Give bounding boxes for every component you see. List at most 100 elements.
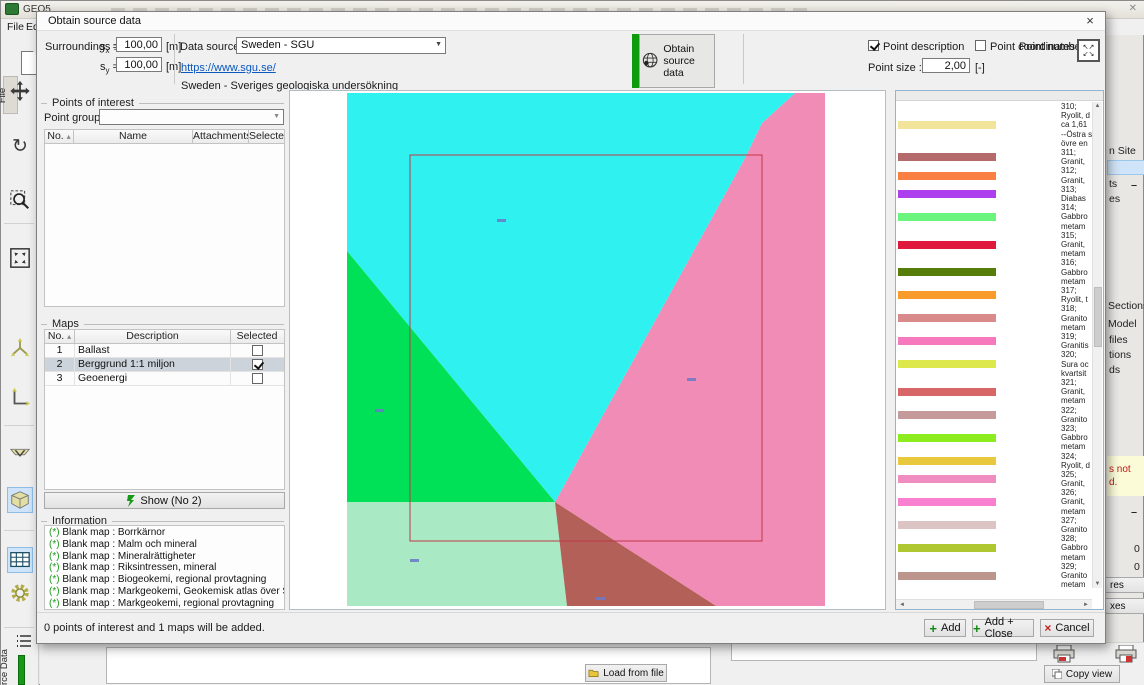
copy-view-button[interactable]: Copy view	[1044, 665, 1120, 683]
point-number-label2: Point number	[1019, 41, 1084, 53]
bg-minimize2-icon[interactable]: –	[1131, 506, 1137, 518]
app-window: { "icons": { "dropdown": "▼", "sort_asc"…	[0, 0, 1144, 685]
legend-color-bar	[898, 314, 996, 322]
rotate-tool-icon[interactable]: ↻	[7, 133, 33, 159]
legend-entry-text: 312; Granit,	[1061, 166, 1092, 184]
fullscreen-button[interactable]: ↖↗ ↙↘	[1077, 39, 1100, 62]
legend-entry: 319; Granitis	[896, 332, 1092, 350]
point-coordinates-checkbox[interactable]	[975, 40, 986, 51]
maps-table-body[interactable]: 1Ballast2Berggrund 1:1 miljon3Geoenergi	[45, 344, 284, 489]
maps-table-row[interactable]: 2Berggrund 1:1 miljon	[45, 358, 284, 372]
legend-vertical-scrollbar[interactable]: ▲ ▼	[1092, 102, 1102, 588]
map-label	[596, 597, 605, 600]
sort-asc-icon: ▴	[67, 132, 71, 141]
menu-file[interactable]: File	[7, 21, 24, 33]
chevron-down-icon: ▼	[435, 41, 442, 48]
list-icon[interactable]	[15, 633, 33, 649]
sy-input[interactable]: 100,00	[116, 57, 162, 72]
source-data-tab-label[interactable]: Source Data	[0, 649, 10, 685]
map-panel[interactable]	[289, 90, 886, 610]
bg-button-res[interactable]: res	[1105, 577, 1144, 593]
bg-frame-ts[interactable]: ts	[1109, 178, 1117, 190]
bg-frame-ds[interactable]: ds	[1109, 364, 1120, 376]
legend-color-bar	[898, 337, 996, 345]
view-3d-box-icon[interactable]	[7, 487, 33, 513]
legend-entry-text: 314; Gabbro metam	[1061, 203, 1092, 231]
point-description-checkbox[interactable]	[868, 40, 879, 51]
obtain-source-data-button[interactable]: Obtainsource data	[639, 34, 715, 88]
cancel-button[interactable]: ×Cancel	[1040, 619, 1094, 637]
point-size-input[interactable]: 2,00	[922, 58, 970, 73]
bg-frame-files[interactable]: files	[1109, 334, 1128, 346]
legend-entry-text: 315; Granit, metam	[1061, 231, 1092, 259]
move-tool-icon[interactable]	[7, 78, 33, 104]
legend-entry-text: 318; Granito metam	[1061, 304, 1092, 332]
bg-frame-sections[interactable]: Sections	[1108, 300, 1144, 312]
fit-to-screen-icon[interactable]	[7, 245, 33, 271]
bg-button-xes[interactable]: xes	[1105, 598, 1144, 614]
maps-table[interactable]: No. ▴ Description Selected 1Ballast2Berg…	[44, 329, 285, 490]
map-region-mint[interactable]	[347, 502, 567, 606]
legend-entry: 328; Gabbro metam	[896, 534, 1092, 562]
add-close-button[interactable]: +Add + Close	[972, 619, 1034, 637]
legend-color-bar	[898, 172, 996, 180]
bg-minimize-icon[interactable]: –	[1131, 179, 1137, 191]
dialog-close-icon[interactable]: ×	[1081, 13, 1099, 29]
legend-entry-text: 327; Granito	[1061, 516, 1092, 534]
legend-color-bar	[898, 121, 996, 129]
bg-text-area-mid[interactable]	[731, 643, 1037, 661]
information-item: (*) Blank map : Biogeokemi, regional pro…	[45, 574, 284, 586]
bg-frame-tions[interactable]: tions	[1109, 349, 1131, 361]
load-from-file-button[interactable]: Load from file	[585, 664, 667, 682]
bg-frame-es[interactable]: es	[1109, 193, 1120, 205]
maps-table-row[interactable]: 1Ballast	[45, 344, 284, 358]
scroll-left-icon: ◄	[898, 602, 906, 608]
settings-gear-icon[interactable]	[7, 580, 33, 606]
table-grid-icon[interactable]	[7, 547, 33, 573]
legend-color-bar	[898, 411, 996, 419]
scroll-up-icon: ▲	[1093, 103, 1102, 109]
map-selected-checkbox[interactable]	[252, 359, 263, 370]
data-source-select[interactable]: Sweden - SGU ▼	[236, 37, 446, 54]
left-toolbar: File ↻ Source Data	[1, 35, 39, 685]
information-box: (*) Blank map : Borrkärnor(*) Blank map …	[44, 525, 285, 610]
legend-color-bar	[898, 213, 996, 221]
poi-table-body[interactable]	[45, 144, 284, 306]
bg-selected-frame[interactable]	[1107, 160, 1144, 175]
poi-table[interactable]: No. ▴ Name Attachments Selected	[44, 129, 285, 307]
legend-entry: 327; Granito	[896, 516, 1092, 534]
sx-input[interactable]: 100,00	[116, 37, 162, 52]
information-item: (*) Blank map : Markgeokemi, regional pr…	[45, 598, 284, 610]
bg-frame-model[interactable]: Model	[1108, 318, 1137, 330]
arrows-out-icon: ↖↗ ↙↘	[1083, 44, 1095, 58]
bg-bottom-strip: Load from file Copy view	[40, 642, 1144, 685]
maps-table-row[interactable]: 3Geoenergi	[45, 372, 284, 386]
app-close-icon[interactable]: ✕	[1129, 3, 1137, 14]
legend-entry-text: 319; Granitis	[1061, 332, 1092, 350]
map-selected-checkbox[interactable]	[252, 373, 263, 384]
point-group-select[interactable]: ▼	[99, 109, 284, 125]
lightning-icon	[127, 495, 136, 507]
legend-color-bar	[898, 388, 996, 396]
legend-horizontal-scrollbar[interactable]: ◄ ►	[896, 599, 1092, 609]
axes-3d-icon[interactable]	[7, 335, 33, 361]
sgu-link[interactable]: https://www.sgu.se/	[181, 62, 276, 74]
legend-color-bar	[898, 190, 996, 198]
add-button[interactable]: +Add	[924, 619, 966, 637]
geology-map[interactable]	[347, 93, 825, 606]
legend-entry-text: 317; Ryolit, t	[1061, 286, 1092, 304]
show-maps-button[interactable]: Show (No 2)	[44, 492, 285, 509]
dialog-titlebar[interactable]: Obtain source data ×	[37, 12, 1105, 31]
folder-icon	[588, 668, 599, 678]
legend-color-bar	[898, 434, 996, 442]
app-logo-icon	[5, 3, 19, 15]
bg-frame-site[interactable]: n Site	[1109, 145, 1136, 157]
legend-entry: 317; Ryolit, t	[896, 286, 1092, 304]
zoom-select-tool-icon[interactable]	[7, 187, 33, 213]
bg-value-0a: 0	[1134, 543, 1140, 555]
scroll-right-icon: ►	[1082, 602, 1090, 608]
axes-corner-icon[interactable]	[7, 385, 33, 411]
view-plane-icon[interactable]	[7, 440, 33, 466]
map-selected-checkbox[interactable]	[252, 345, 263, 356]
legend-color-bar	[898, 544, 996, 552]
